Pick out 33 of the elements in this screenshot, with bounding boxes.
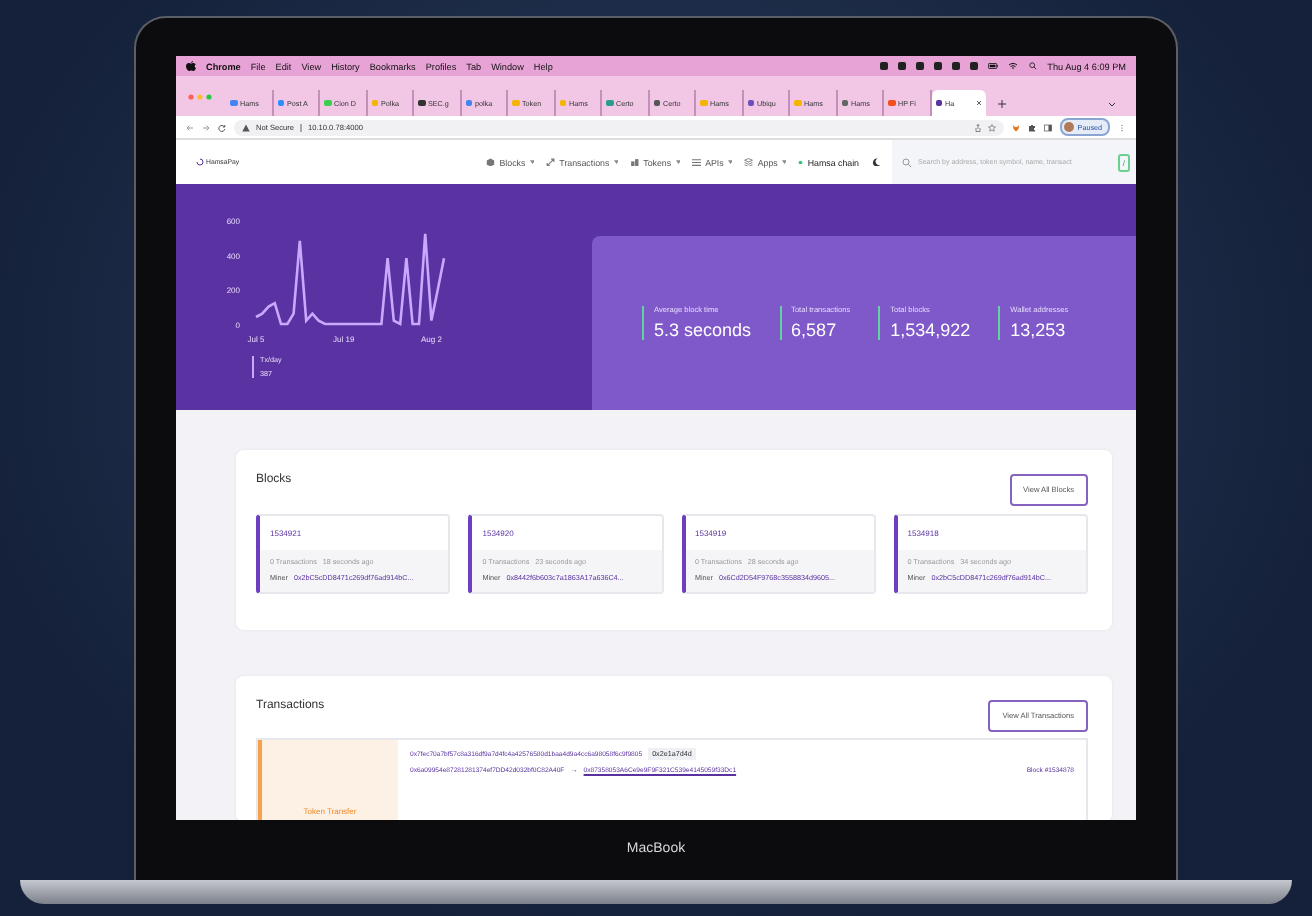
avatar-icon <box>1063 122 1074 132</box>
stat-value: 6,587 <box>791 320 839 340</box>
extensions-icon[interactable] <box>1027 123 1036 131</box>
apple-icon[interactable] <box>186 60 196 72</box>
search-icon <box>902 157 912 167</box>
star-icon[interactable] <box>987 123 996 131</box>
stack-icon <box>744 157 754 167</box>
search-icon[interactable] <box>1027 62 1038 70</box>
forward-arrow-icon[interactable] <box>202 123 210 131</box>
caret-icon <box>727 160 733 164</box>
new-tab-icon[interactable] <box>997 99 1005 107</box>
reload-icon[interactable] <box>218 123 226 131</box>
back-arrow-icon[interactable] <box>186 123 194 131</box>
logo-icon <box>196 158 204 166</box>
warning-icon <box>242 123 250 131</box>
fox-icon[interactable] <box>1011 123 1020 131</box>
wifi-icon[interactable] <box>1007 62 1018 70</box>
cube-icon <box>486 157 496 167</box>
battery-icon[interactable] <box>987 62 998 70</box>
caret-icon <box>613 160 619 164</box>
stat-value: 5.3 seconds <box>654 320 752 340</box>
coins-icon <box>630 157 640 167</box>
stat-value: 1,534,922 <box>890 320 971 340</box>
status-dot-icon <box>798 159 804 165</box>
caret-icon <box>781 160 787 164</box>
arrows-icon <box>546 157 556 167</box>
close-icon[interactable] <box>975 100 981 106</box>
moon-icon[interactable] <box>871 157 880 167</box>
stat-value: 13,253 <box>1010 320 1068 340</box>
caret-icon <box>675 160 681 164</box>
caret-icon <box>529 160 535 164</box>
list-icon <box>692 157 702 167</box>
sidebar-icon[interactable] <box>1043 123 1052 131</box>
